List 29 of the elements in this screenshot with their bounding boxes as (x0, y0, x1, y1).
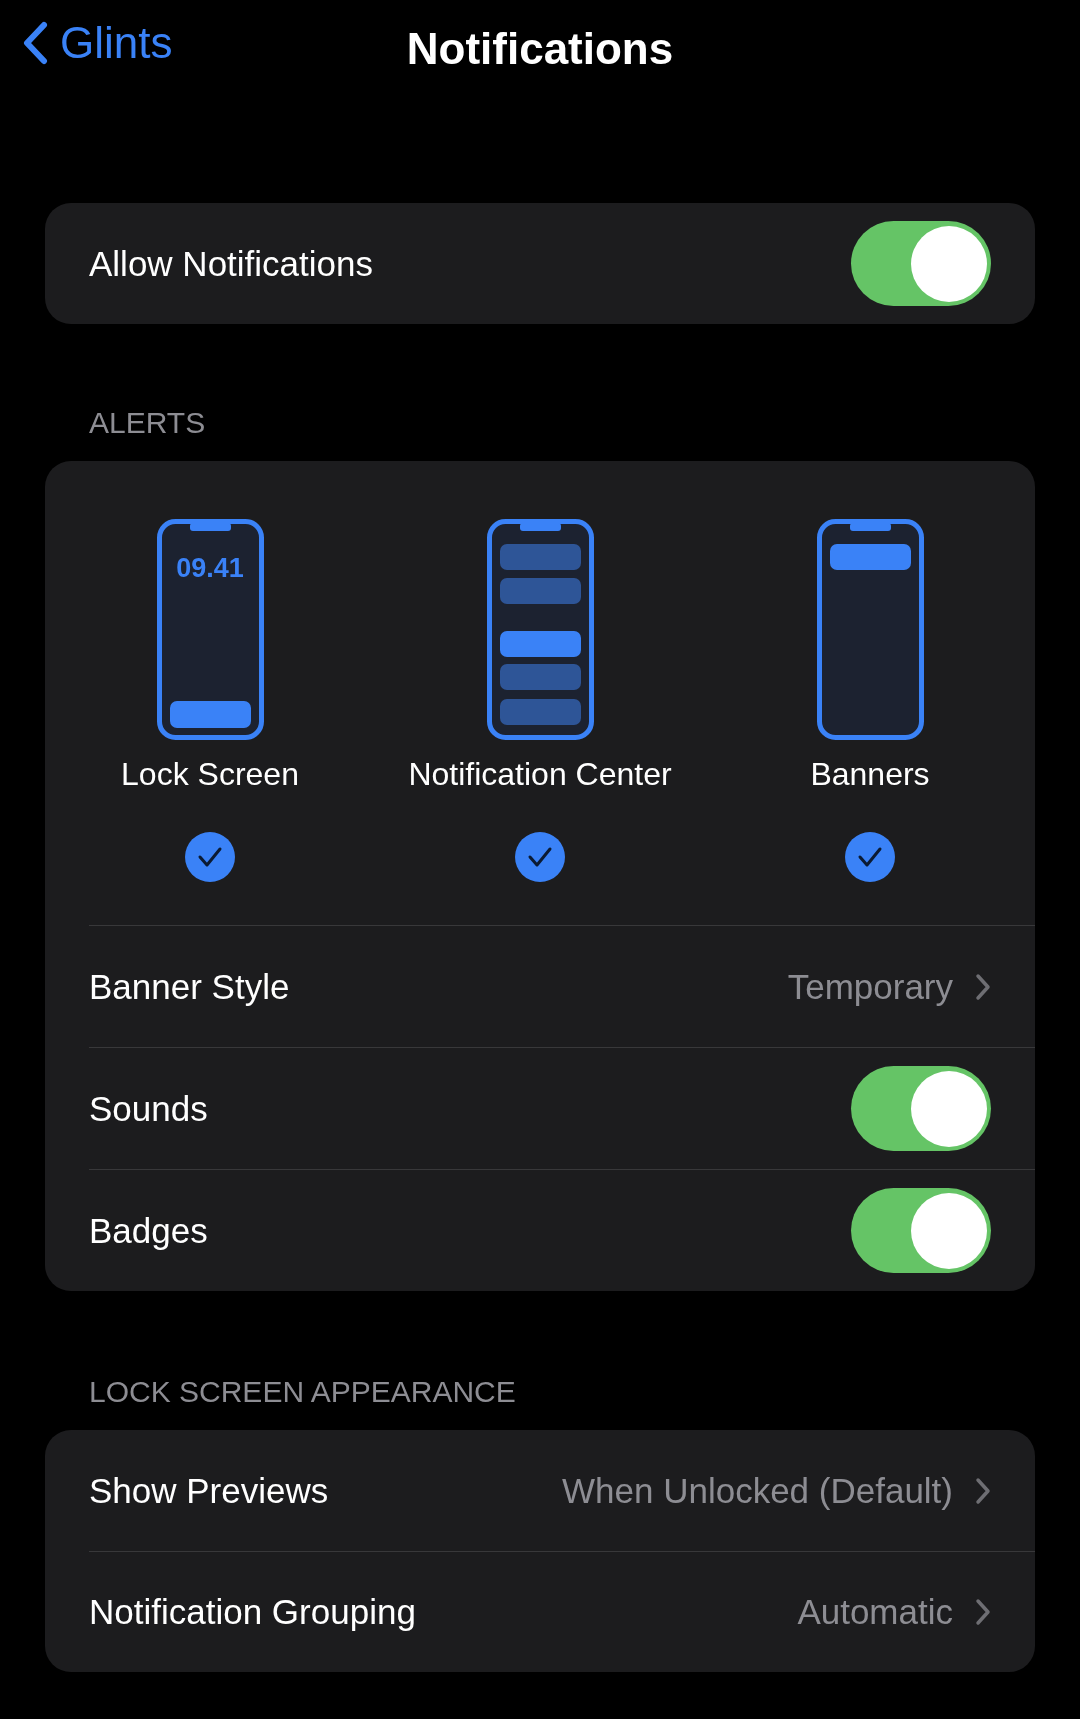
checkmark[interactable] (185, 832, 235, 882)
checkmark[interactable] (845, 832, 895, 882)
alert-style-label: Lock Screen (121, 755, 299, 794)
chevron-icon (975, 1598, 991, 1626)
row-label: Badges (89, 1210, 209, 1251)
alert-style-label: Banners (810, 755, 930, 794)
row-value: When Unlocked (Default) (562, 1470, 953, 1511)
section-header: LOCK SCREEN APPEARANCE (88, 1377, 517, 1407)
back-chevron-icon (22, 21, 48, 65)
page-title: Notifications (406, 24, 674, 74)
check-icon (857, 846, 883, 868)
back-button[interactable]: Glints (22, 18, 173, 68)
row-label: Banner Style (89, 966, 291, 1007)
row-label: Show Previews (89, 1470, 330, 1511)
chevron-icon (975, 972, 991, 1001)
section-header: ALERTS (88, 408, 207, 438)
checkmark[interactable] (515, 832, 565, 882)
check-icon (197, 846, 223, 868)
row-label: Notification Grouping (89, 1592, 417, 1632)
phone-icon (486, 519, 594, 740)
row-value: Automatic (797, 1592, 953, 1632)
row-label: Sounds (89, 1088, 209, 1129)
chevron-icon (975, 1476, 991, 1505)
phone-icon: 09.41 (156, 519, 264, 740)
phone-icon (816, 519, 924, 740)
alert-style-label: Notification Center (408, 755, 672, 794)
row-label: Allow Notifications (89, 243, 374, 284)
row-value: Temporary (787, 966, 953, 1007)
check-icon (527, 846, 553, 868)
